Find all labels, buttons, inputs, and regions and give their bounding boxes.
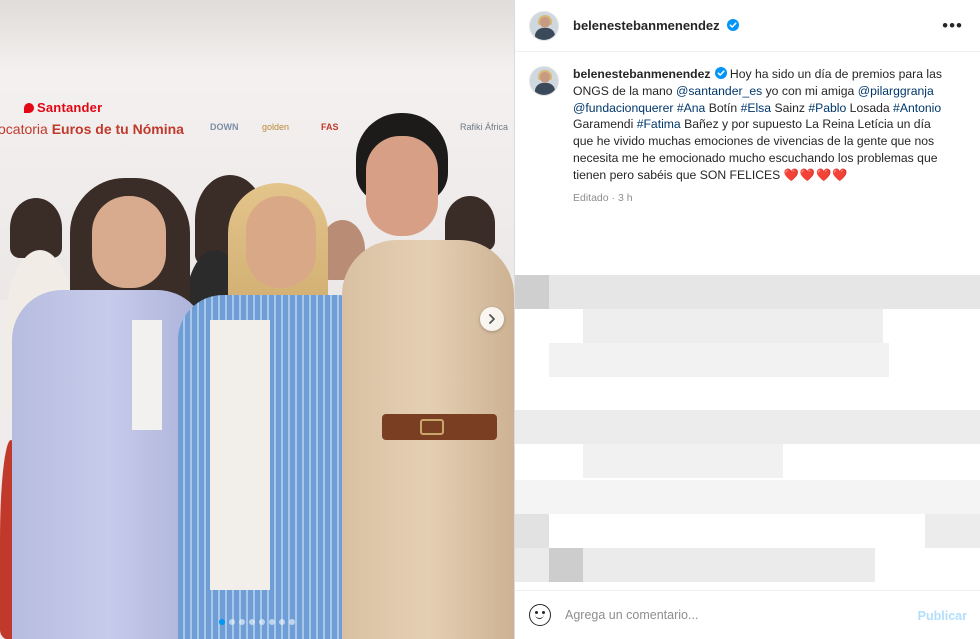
person-middle-face [246, 196, 316, 288]
hashtag-link[interactable]: #Ana [677, 101, 705, 115]
partner-logo-fas: FAS [321, 122, 339, 132]
mention-link[interactable]: @pilarggranja [858, 84, 934, 98]
caption-text-part: yo con mi amiga [762, 83, 858, 98]
caption-text-part: Botín [705, 100, 741, 115]
pixel-block [515, 410, 980, 444]
chevron-right-icon [489, 314, 495, 324]
carousel-dot [219, 619, 225, 625]
pixel-block [583, 309, 883, 343]
caption-text-part: Sainz [771, 100, 809, 115]
caption-text: belenestebanmenendez Hoy ha sido un día … [573, 66, 953, 184]
carousel-next-button[interactable] [480, 307, 504, 331]
carousel-dot [229, 619, 235, 625]
ceiling [0, 0, 514, 70]
pixel-block [515, 275, 980, 309]
caption-avatar[interactable] [529, 66, 559, 96]
pixel-block [583, 444, 783, 478]
carousel-dot [269, 619, 275, 625]
post-caption: belenestebanmenendez Hoy ha sido un día … [529, 66, 969, 206]
person-left-top [132, 320, 162, 430]
santander-logo: Santander [24, 100, 102, 115]
caption-meta: Editado · 3 h [573, 191, 633, 204]
more-options-icon[interactable]: ••• [942, 16, 963, 36]
pixel-block [515, 275, 549, 309]
header-username[interactable]: belenestebanmenendez [573, 18, 740, 33]
publish-button[interactable]: Publicar [918, 609, 967, 623]
pixel-block [515, 480, 980, 514]
post-photo[interactable]: Santander ocatoria Euros de tu Nómina DO… [0, 0, 514, 639]
pixel-block [925, 514, 980, 548]
avatar[interactable] [529, 10, 559, 41]
hashtag-link[interactable]: #Antonio [893, 101, 941, 115]
heart-emojis: ❤️❤️❤️❤️ [783, 167, 849, 182]
caption-username[interactable]: belenestebanmenendez [573, 67, 711, 81]
pixel-block [549, 343, 889, 377]
post-side-panel: belenestebanmenendez ••• belenestebanmen… [514, 0, 980, 639]
carousel-dot [279, 619, 285, 625]
caption-body: belenestebanmenendez Hoy ha sido un día … [573, 66, 953, 206]
partner-logo-rafiki: Rafiki África [460, 122, 509, 132]
instagram-post: Santander ocatoria Euros de tu Nómina DO… [0, 0, 980, 639]
mention-link[interactable]: @fundacionquerer [573, 101, 673, 115]
partner-logo-golden: golden [262, 122, 290, 132]
post-time[interactable]: 3 h [618, 192, 633, 204]
hashtag-link[interactable]: #Pablo [808, 101, 846, 115]
username-text[interactable]: belenestebanmenendez [573, 18, 720, 33]
caption-text-part: Garamendi [573, 117, 637, 132]
emoji-smiley-icon[interactable] [529, 604, 551, 626]
partner-logo-down: DOWN [210, 122, 239, 132]
caption-text-part: Losada [846, 100, 894, 115]
belt-buckle [420, 419, 444, 435]
banner-slogan: ocatoria Euros de tu Nómina [0, 121, 184, 137]
edited-label: Editado [573, 191, 609, 204]
background-person [10, 198, 62, 258]
comment-input[interactable] [565, 608, 885, 622]
carousel-indicator [0, 619, 514, 625]
hashtag-link[interactable]: #Elsa [741, 101, 772, 115]
hashtag-link[interactable]: #Fatima [637, 117, 681, 131]
post-header: belenestebanmenendez ••• [515, 0, 980, 52]
person-left-face [92, 196, 166, 288]
carousel-dot [239, 619, 245, 625]
comment-footer: Publicar [515, 590, 980, 639]
carousel-dot [249, 619, 255, 625]
verified-badge-icon [714, 67, 727, 79]
carousel-dot [259, 619, 265, 625]
pixel-block [549, 548, 583, 582]
mention-link[interactable]: @santander_es [676, 84, 762, 98]
person-middle-top [210, 320, 270, 590]
person-right-face [366, 136, 438, 236]
verified-badge-icon [727, 19, 740, 31]
carousel-dot [289, 619, 295, 625]
pixel-block [515, 514, 549, 548]
pixelated-comments-area [515, 230, 980, 590]
